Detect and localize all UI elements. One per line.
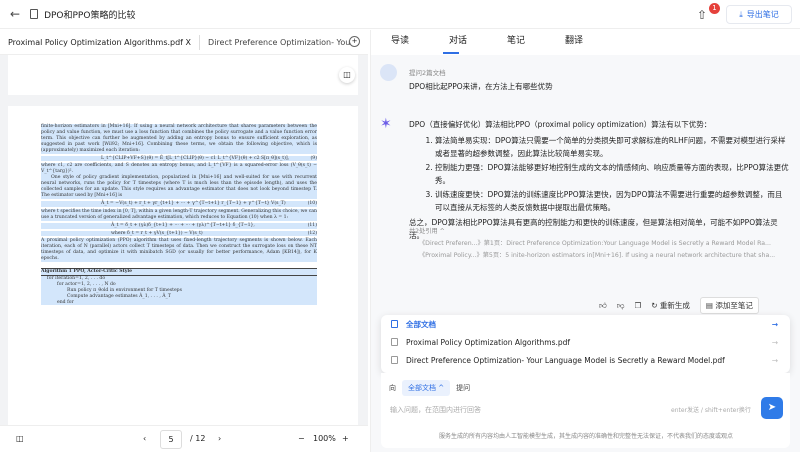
question-input[interactable]: 输入问题，在范围内进行回答 — [390, 405, 481, 415]
answer-point: 算法简单易实现：DPO算法只需要一个简单的分类损失即可求解标准的RLHF问题，不… — [435, 134, 789, 160]
equation: where δ_t = r_t + γV(s_{t+1}) − V(s_t) — [111, 230, 203, 236]
zoom-level: 100% — [313, 434, 336, 443]
equation: Â_t = δ_t + (γλ)δ_{t+1} + ··· + ··· + (γ… — [111, 222, 255, 228]
add-note-label: 添加至笔记 — [715, 301, 753, 310]
disclaimer: 服务生成的所有内容均由人工智能模型生成，其生成内容的准确性和完整性无法保证，不代… — [438, 433, 733, 440]
equation: Â_t = −V(s_t) + r_t + γr_{t+1} + ··· + γ… — [101, 200, 286, 206]
thumbs-up-icon[interactable]: 👍︎ — [599, 301, 607, 311]
notification-badge: 1 — [709, 3, 720, 14]
zoom-in-button[interactable]: + — [342, 434, 349, 443]
menu-item-label: Direct Preference Optimization- Your Lan… — [406, 355, 725, 365]
equation-9: L_t^{CLIP+VF+S}(θ) = Ê_t[L_t^{CLIP}(θ) −… — [41, 155, 317, 162]
equation: L_t^{CLIP+VF+S}(θ) = Ê_t[L_t^{CLIP}(θ) −… — [101, 155, 290, 161]
active-tab-indicator — [443, 52, 459, 54]
answer-point: 训练速度更快：DPO算法的训练速度比PPO算法更快，因为DPO算法不需要进行重要… — [435, 188, 789, 214]
export-label: 导出笔记 — [746, 10, 779, 19]
pdf-page-prev — [8, 55, 358, 95]
page-total: / 12 — [190, 434, 206, 443]
add-doc-icon[interactable]: + — [349, 36, 360, 47]
algorithm-line: end for — [41, 299, 317, 306]
menu-item-label: Proximal Policy Optimization Algorithms.… — [406, 337, 571, 347]
references-toggle[interactable]: 共2处引用 ^ — [409, 226, 789, 238]
doc-scope-menu: 全部文档 → Proximal Policy Optimization Algor… — [381, 315, 790, 373]
sidebar-toggle-icon[interactable]: ◫ — [16, 434, 24, 443]
ai-logo-icon: ✶ — [380, 116, 392, 132]
add-to-notes-button[interactable]: ▤ 添加至笔记 — [699, 297, 759, 314]
page-number-input[interactable]: 5 — [160, 430, 182, 449]
tab-translate[interactable]: 翻译 — [545, 30, 603, 55]
ai-answer: DPO（直接偏好优化）算法相比PPO（proximal policy optim… — [409, 118, 789, 242]
assistant-panel: 导读 对话 笔记 翻译 提问2篇文档 DPO相比起PPO来讲，在方法上有哪些优势… — [370, 30, 800, 452]
copy-icon[interactable]: ❐ — [634, 301, 641, 310]
pdf-toolbar: ◫ ‹ 5 / 12 › − 100% + — [0, 425, 368, 452]
arrow-right-icon: → — [771, 337, 778, 347]
folder-icon — [391, 320, 398, 328]
equation-11: Â_t = δ_t + (γλ)δ_{t+1} + ··· + ··· + (γ… — [41, 222, 317, 229]
tab-dpo-pdf[interactable]: Direct Preference Optimization- Your La — [199, 34, 359, 50]
thumbs-down-icon[interactable]: 👎︎ — [617, 301, 625, 311]
download-icon: ⤓ — [739, 9, 743, 19]
reference-link[interactable]: 《Proximal Policy...》第5页：5 inite-horizon … — [409, 250, 789, 262]
doc-tabs: Proximal Policy Optimization Algorithms.… — [0, 30, 368, 55]
references: 共2处引用 ^ 《Direct Preferen...》第1页：Direct P… — [409, 226, 789, 262]
menu-item-all-docs[interactable]: 全部文档 → — [381, 315, 790, 333]
export-notes-button[interactable]: ⤓ 导出笔记 — [726, 5, 792, 24]
equation-number: (10) — [307, 200, 317, 206]
pdf-paragraph: A proximal policy optimization (PPO) alg… — [41, 238, 317, 263]
answer-point: 控制能力更强：DPO算法能够更好地控制生成的文本的情感倾向、响应质量等方面的表现… — [435, 161, 789, 187]
user-question: DPO相比起PPO来讲，在方法上有哪些优势 — [409, 82, 553, 91]
tab-ppo-pdf[interactable]: Proximal Policy Optimization Algorithms.… — [0, 35, 199, 50]
answer-intro: DPO（直接偏好优化）算法相比PPO（proximal policy optim… — [409, 120, 712, 129]
answer-actions: 👍︎ 👎︎ ❐ ↻ 重新生成 ▤ 添加至笔记 — [599, 297, 759, 314]
cloud-upload-icon[interactable]: ⇧ — [697, 8, 707, 22]
reference-link[interactable]: 《Direct Preferen...》第1页：Direct Preferenc… — [409, 238, 789, 250]
panel-tabs: 导读 对话 笔记 翻译 — [371, 30, 800, 55]
algorithm-title: Algorithm 1 PPO, Actor-Critic Style — [41, 269, 317, 276]
question-scope: 提问2篇文档 — [409, 69, 446, 77]
next-page-button[interactable]: › — [218, 434, 221, 443]
equation-number: (9) — [310, 155, 317, 161]
menu-item-ppo-pdf[interactable]: Proximal Policy Optimization Algorithms.… — [381, 333, 790, 351]
pdf-paragraph: One style of policy gradient implementat… — [41, 175, 317, 199]
scope-dropdown[interactable]: 全部文档 ^ — [402, 380, 451, 396]
equation-12: where δ_t = r_t + γV(s_{t+1}) − V(s_t) (1… — [41, 230, 317, 237]
menu-item-label: 全部文档 — [406, 319, 436, 329]
input-hint: enter发送 / shift+enter换行 — [671, 407, 751, 414]
scope-selector: 向 全部文档 ^ 提问 — [389, 380, 470, 396]
regenerate-button[interactable]: ↻ 重新生成 — [651, 300, 690, 311]
scope-prefix: 向 — [389, 384, 396, 392]
arrow-right-icon: → — [771, 319, 778, 329]
regenerate-label: 重新生成 — [659, 301, 690, 310]
pdf-paragraph: where c1, c2 are coefficients, and S den… — [41, 163, 317, 176]
tab-guide[interactable]: 导读 — [371, 30, 429, 55]
algorithm-box: Algorithm 1 PPO, Actor-Critic Style for … — [41, 268, 317, 306]
equation-10: Â_t = −V(s_t) + r_t + γr_{t+1} + ··· + γ… — [41, 200, 317, 207]
page-title: DPO和PPO策略的比较 — [44, 10, 136, 21]
menu-item-dpo-pdf[interactable]: Direct Preference Optimization- Your Lan… — [381, 351, 790, 369]
document-icon — [30, 9, 39, 19]
back-arrow-icon[interactable]: ← — [10, 7, 20, 21]
scope-suffix: 提问 — [456, 384, 471, 392]
pdf-content: finite-horizon estimators in [Mni+16]. I… — [41, 124, 317, 306]
user-avatar — [380, 64, 397, 81]
split-view-icon[interactable]: ◫ — [339, 67, 355, 83]
tab-notes[interactable]: 笔记 — [487, 30, 545, 55]
send-button[interactable]: ➤ — [761, 397, 783, 419]
file-icon — [391, 356, 398, 364]
pdf-paragraph: finite-horizon estimators in [Mni+16]. I… — [41, 124, 317, 154]
pdf-viewer: Proximal Policy Optimization Algorithms.… — [0, 30, 368, 452]
arrow-right-icon: → — [771, 355, 778, 365]
equation-number: (11) — [307, 222, 317, 228]
top-bar: ← DPO和PPO策略的比较 ⇧ 1 ⤓ 导出笔记 — [0, 0, 800, 29]
equation-number: (12) — [307, 230, 317, 236]
zoom-out-button[interactable]: − — [298, 434, 305, 443]
prev-page-button[interactable]: ‹ — [143, 434, 146, 443]
pdf-paragraph: where t specifies the time index in [0, … — [41, 208, 317, 221]
file-icon — [391, 338, 398, 346]
